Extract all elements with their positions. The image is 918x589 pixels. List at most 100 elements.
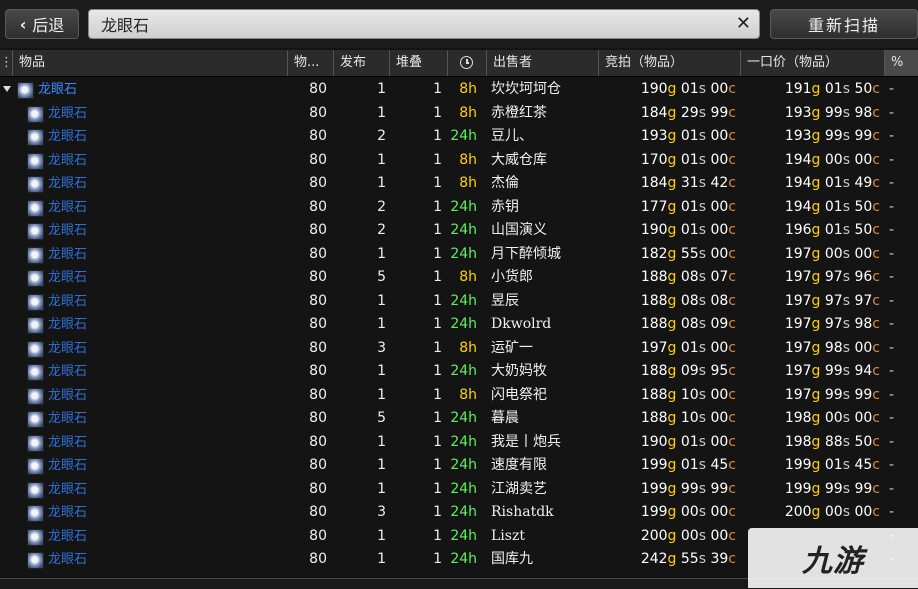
seller-name: 山国演义 [491, 222, 547, 238]
gold-unit: g [811, 504, 821, 520]
buyout-price: 200g 00s 00c [740, 501, 880, 525]
item-name[interactable]: 龙眼石 [38, 78, 77, 102]
expand-triangle-icon[interactable] [3, 86, 11, 92]
table-row[interactable]: 龙眼石 80 1 1 24h Dkwolrd 188g 08s 09c 197g 97s 98… [0, 313, 918, 337]
bid-price: 190g 01s 00c [598, 219, 736, 243]
post-count: 1 [377, 457, 386, 473]
table-row[interactable]: 龙眼石 80 5 1 24h 暮晨 188g 10s 00c 198g 00s 00c - [0, 407, 918, 431]
column-seller[interactable]: 出售者 [486, 50, 598, 76]
item-name[interactable]: 龙眼石 [48, 548, 87, 572]
rescan-button[interactable]: 重新扫描 [770, 9, 918, 39]
gold-amount: 197 [784, 269, 812, 285]
table-row[interactable]: 龙眼石 80 1 1 8h 大威仓库 170g 01s 00c 194g 00s 00c - [0, 149, 918, 173]
stack-size: 1 [433, 175, 442, 191]
item-name[interactable]: 龙眼石 [48, 431, 87, 455]
gem-icon [27, 129, 44, 146]
item-name[interactable]: 龙眼石 [48, 313, 87, 337]
copper-amount: 00 [710, 433, 729, 450]
table-row[interactable]: 龙眼石 80 1 1 24h 昱辰 188g 08s 08c 197g 97s 97c - [0, 290, 918, 314]
table-row[interactable]: 龙眼石 80 1 1 24h 速度有限 199g 01s 45c 199g 01s 45c - [0, 454, 918, 478]
buyout-price: 197g 00s 00c [740, 243, 880, 267]
silver-amount: 55 [680, 551, 699, 567]
bid-price: 184g 29s 99c [598, 102, 736, 126]
item-name[interactable]: 龙眼石 [48, 219, 87, 243]
silver-unit: s [842, 81, 851, 97]
table-row[interactable]: 龙眼石 80 1 1 24h 大奶妈牧 188g 09s 95c 197g 99s 94c - [0, 360, 918, 384]
item-name[interactable]: 龙眼石 [48, 525, 87, 549]
copper-unit: c [728, 551, 736, 567]
column-options-icon[interactable]: ⋮ [0, 50, 13, 76]
table-row[interactable]: 龙眼石 80 1 1 8h 赤橙红茶 184g 29s 99c 193g 99s 98c - [0, 102, 918, 126]
clear-search-icon[interactable]: ✕ [736, 13, 751, 34]
percent-value: - [889, 292, 895, 309]
table-row[interactable]: 龙眼石 80 3 1 24h Rishatdk 199g 00s 00c 200g 00s 0… [0, 501, 918, 525]
watermark-text: 九游 [802, 544, 864, 579]
gem-icon [27, 364, 44, 381]
gold-amount: 197 [784, 386, 812, 403]
silver-amount: 09 [680, 363, 699, 379]
item-name[interactable]: 龙眼石 [48, 454, 87, 478]
item-name[interactable]: 龙眼石 [48, 360, 87, 384]
copper-unit: c [728, 269, 736, 285]
item-name[interactable]: 龙眼石 [48, 149, 87, 173]
item-name[interactable]: 龙眼石 [48, 243, 87, 267]
item-name[interactable]: 龙眼石 [48, 266, 87, 290]
silver-unit: s [698, 551, 707, 567]
table-row[interactable]: 龙眼石 80 2 1 24h 豆儿、 193g 01s 00c 193g 99s 99c - [0, 125, 918, 149]
table-row[interactable]: 龙眼石 80 1 1 24h 江湖卖艺 199g 99s 99c 199g 99s 99c - [0, 478, 918, 502]
copper-unit: c [872, 222, 880, 238]
table-row[interactable]: 龙眼石 80 1 1 24h 我是丨炮兵 190g 01s 00c 198g 88s 50c - [0, 431, 918, 455]
gold-unit: g [667, 104, 677, 121]
table-row[interactable]: 龙眼石 80 2 1 24h 赤钥 177g 01s 00c 194g 01s 50c - [0, 196, 918, 220]
item-name[interactable]: 龙眼石 [48, 478, 87, 502]
copper-amount: 00 [710, 151, 729, 168]
item-name[interactable]: 龙眼石 [48, 407, 87, 431]
item-level: 80 [309, 480, 327, 497]
item-name[interactable]: 龙眼石 [48, 337, 87, 361]
results-table-body[interactable]: 龙眼石 80 1 1 8h 坎坎坷坷仓 190g 01s 00c 191g 01s 50c - 龙… [0, 78, 918, 578]
time-left: 8h [459, 175, 477, 191]
column-stack[interactable]: 堆叠 [389, 50, 447, 76]
gold-unit: g [811, 245, 821, 262]
item-name[interactable]: 龙眼石 [48, 102, 87, 126]
table-row[interactable]: 龙眼石 80 3 1 8h 运矿一 197g 01s 00c 197g 98s 00c - [0, 337, 918, 361]
time-left: 24h [450, 504, 477, 520]
column-level[interactable]: 物... [287, 50, 333, 76]
gem-icon [27, 528, 44, 546]
table-row[interactable]: 龙眼石 80 5 1 8h 小货郎 188g 08s 07c 197g 97s 96c - [0, 266, 918, 290]
table-row[interactable]: 龙眼石 80 2 1 24h 山国演义 190g 01s 00c 196g 01s 50c - [0, 219, 918, 243]
seller-name: 豆儿、 [491, 128, 533, 144]
gold-unit: g [811, 339, 821, 356]
time-left: 24h [450, 480, 477, 497]
time-left: 24h [450, 551, 477, 567]
table-row[interactable]: 龙眼石 80 1 1 8h 闪电祭祀 188g 10s 00c 197g 99s 99c - [0, 384, 918, 408]
item-name[interactable]: 龙眼石 [48, 384, 87, 408]
gem-icon [27, 458, 44, 475]
stack-size: 1 [433, 527, 442, 544]
column-buyout[interactable]: 一口价（物品） [740, 50, 884, 76]
item-name[interactable]: 龙眼石 [48, 196, 87, 220]
column-posts[interactable]: 发布 [333, 50, 389, 76]
item-name[interactable]: 龙眼石 [48, 125, 87, 149]
table-row[interactable]: 龙眼石 80 1 1 24h 月下醉倾城 182g 55s 00c 197g 00s 00c - [0, 243, 918, 267]
column-bid[interactable]: 竞拍（物品） [598, 50, 740, 76]
gold-amount: 188 [640, 292, 668, 309]
percent-value: - [889, 198, 895, 215]
top-toolbar: ‹ 后退 龙眼石 ✕ 重新扫描 [0, 0, 918, 48]
silver-unit: s [698, 316, 707, 332]
back-button[interactable]: ‹ 后退 [5, 9, 79, 39]
item-name[interactable]: 龙眼石 [48, 290, 87, 314]
copper-unit: c [728, 222, 736, 238]
item-name[interactable]: 龙眼石 [48, 501, 87, 525]
time-left: 24h [450, 198, 477, 215]
column-time[interactable] [447, 50, 486, 76]
item-name[interactable]: 龙眼石 [48, 172, 87, 196]
seller-name: 坎坎坷坷仓 [491, 81, 561, 97]
search-input[interactable]: 龙眼石 ✕ [88, 9, 760, 39]
column-percent[interactable]: % [884, 50, 918, 76]
column-item[interactable]: 物品 [12, 50, 287, 76]
percent-value: - [889, 81, 895, 97]
group-row[interactable]: 龙眼石 80 1 1 8h 坎坎坷坷仓 190g 01s 00c 191g 01s 50c - [0, 78, 918, 102]
table-row[interactable]: 龙眼石 80 1 1 8h 杰倫 184g 31s 42c 194g 01s 49c - [0, 172, 918, 196]
silver-amount: 00 [824, 410, 843, 426]
